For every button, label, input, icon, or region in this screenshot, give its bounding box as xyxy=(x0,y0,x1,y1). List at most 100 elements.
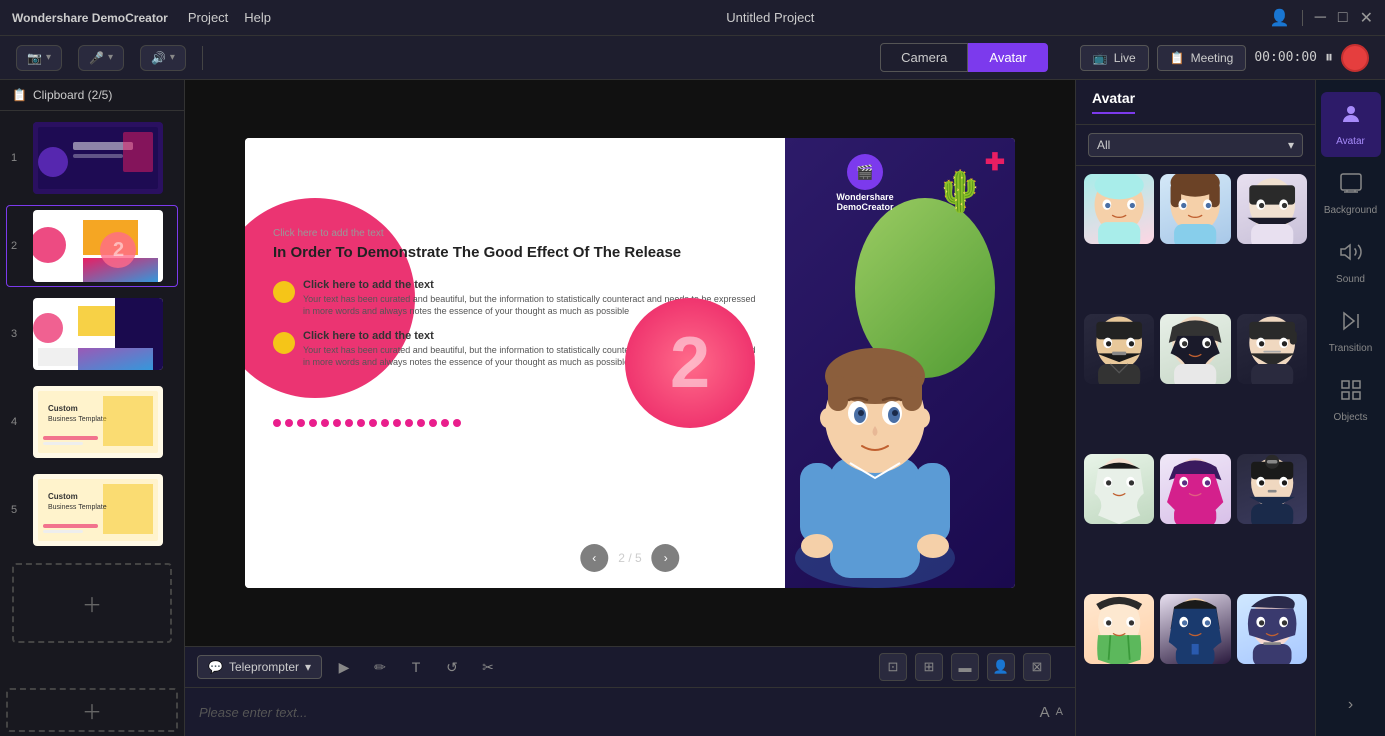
sidebar-item-avatar[interactable]: Avatar xyxy=(1321,92,1381,157)
avatar-svg xyxy=(770,278,980,588)
right-panel: Avatar All ▾ xyxy=(1075,80,1385,736)
avatar-filter-arrow: ▾ xyxy=(1288,138,1294,152)
avatar-card-10[interactable] xyxy=(1084,594,1154,664)
slide-number-2: 2 xyxy=(625,298,755,428)
clip-item-1[interactable]: 1 xyxy=(6,117,178,199)
clip-thumb-3 xyxy=(33,298,163,370)
avatar-card-5[interactable] xyxy=(1160,314,1230,384)
clip-num-2: 2 xyxy=(11,240,25,252)
avatar-card-3[interactable] xyxy=(1237,174,1307,244)
slide-dot xyxy=(273,419,281,427)
pause-button[interactable]: ⏸ xyxy=(1325,49,1333,67)
avatar-overlay xyxy=(755,248,995,588)
brand-name: WondershareDemoCreator xyxy=(836,192,893,212)
cam-avatar-toggle: Camera Avatar xyxy=(880,43,1048,72)
brand-logo-icon: 🎬 xyxy=(847,154,883,190)
teleprompter-text[interactable]: T xyxy=(402,653,430,681)
avatar-card-12[interactable] xyxy=(1237,594,1307,664)
minimize-button[interactable]: ─ xyxy=(1315,9,1326,27)
speaker-control-button[interactable]: 🔊 ▾ xyxy=(140,45,186,71)
close-button[interactable]: ✕ xyxy=(1360,8,1373,28)
avatar-grid xyxy=(1076,166,1315,736)
avatar-card-7[interactable] xyxy=(1084,454,1154,524)
toolbar-separator-1 xyxy=(202,46,203,70)
clip-item-5[interactable]: 5 Custom Business Template xyxy=(6,469,178,551)
avatar-filter-select[interactable]: All ▾ xyxy=(1088,133,1303,157)
app-logo: Wondershare DemoCreator xyxy=(12,11,168,25)
tele-btn-4[interactable]: 👤 xyxy=(987,653,1015,681)
user-icon[interactable]: 👤 xyxy=(1270,8,1290,28)
avatar-filter-label: All xyxy=(1097,138,1110,152)
sidebar-item-background[interactable]: Background xyxy=(1321,161,1381,226)
timer-display: 00:00:00 xyxy=(1254,50,1317,65)
camera-dropdown-arrow: ▾ xyxy=(46,52,51,63)
tele-btn-1[interactable]: ⊡ xyxy=(879,653,907,681)
avatar-card-1[interactable] xyxy=(1084,174,1154,244)
add-clip-button[interactable]: ＋ xyxy=(12,563,172,643)
nav-help[interactable]: Help xyxy=(244,10,271,25)
sidebar-expand-button[interactable]: › xyxy=(1321,686,1381,724)
clips-header: 📋 Clipboard (2/5) xyxy=(0,80,184,111)
clips-panel: 📋 Clipboard (2/5) 1 xyxy=(0,80,185,736)
clip-item-4[interactable]: 4 Custom Business Template xyxy=(6,381,178,463)
avatar-card-4[interactable] xyxy=(1084,314,1154,384)
text-size-large[interactable]: A xyxy=(1040,704,1050,721)
record-group: 📺 Live 📋 Meeting 00:00:00 ⏸ xyxy=(1080,44,1369,72)
teleprompter-refresh[interactable]: ↺ xyxy=(438,653,466,681)
meeting-button[interactable]: 📋 Meeting xyxy=(1157,45,1247,71)
teleprompter-arrow: ▾ xyxy=(305,660,311,674)
avatar-filter: All ▾ xyxy=(1076,125,1315,166)
clip-num-5: 5 xyxy=(11,504,25,516)
tele-btn-3[interactable]: ▬ xyxy=(951,653,979,681)
slide-dot xyxy=(285,419,293,427)
teleprompter-label[interactable]: 💬 Teleprompter ▾ xyxy=(197,655,322,679)
camera-mode-button[interactable]: Camera xyxy=(880,43,968,72)
text-size-small[interactable]: A xyxy=(1056,706,1063,718)
titlebar-nav: Project Help xyxy=(188,10,271,25)
avatar-card-2[interactable] xyxy=(1160,174,1230,244)
record-button[interactable] xyxy=(1341,44,1369,72)
teleprompter-play[interactable]: ▶ xyxy=(330,653,358,681)
avatar-card-6[interactable] xyxy=(1237,314,1307,384)
camera-control-button[interactable]: 📷 ▾ xyxy=(16,45,62,71)
svg-text:2: 2 xyxy=(113,239,124,261)
camera-icon: 📷 xyxy=(27,51,42,65)
teleprompter-input[interactable]: Please enter text... xyxy=(185,697,1028,728)
teleprompter-cut[interactable]: ✂ xyxy=(474,653,502,681)
avatar-panel-header: Avatar xyxy=(1076,80,1315,125)
clipboard-label: Clipboard (2/5) xyxy=(33,88,112,102)
slide-click-text: Click here to add the text xyxy=(273,228,757,239)
tele-btn-2[interactable]: ⊞ xyxy=(915,653,943,681)
teleprompter-tools: ▶ ✏ T ↺ ✂ xyxy=(330,653,502,681)
titlebar: Wondershare DemoCreator Project Help Unt… xyxy=(0,0,1385,36)
clip-item-2[interactable]: 2 2 xyxy=(6,205,178,287)
sidebar-item-objects[interactable]: Objects xyxy=(1321,368,1381,433)
speaker-dropdown-arrow: ▾ xyxy=(170,52,175,63)
mic-control-button[interactable]: 🎤 ▾ xyxy=(78,45,124,71)
slide-next-button[interactable]: › xyxy=(652,544,680,572)
tele-btn-5[interactable]: ⊠ xyxy=(1023,653,1051,681)
slide-dot xyxy=(441,419,449,427)
speaker-control-group: 🔊 ▾ xyxy=(140,45,186,71)
slide-heading: In Order To Demonstrate The Good Effect … xyxy=(273,243,757,263)
live-button[interactable]: 📺 Live xyxy=(1080,45,1149,71)
add-more-button[interactable]: ＋ xyxy=(6,688,178,732)
maximize-button[interactable]: □ xyxy=(1338,9,1348,27)
avatar-card-9[interactable] xyxy=(1237,454,1307,524)
canvas-area: Click here to add the text In Order To D… xyxy=(185,80,1075,736)
objects-sidebar-label: Objects xyxy=(1334,412,1368,423)
slide-prev-button[interactable]: ‹ xyxy=(580,544,608,572)
clips-header-title: 📋 Clipboard (2/5) xyxy=(12,88,112,102)
canvas-wrap: Click here to add the text In Order To D… xyxy=(185,80,1075,646)
avatar-mode-button[interactable]: Avatar xyxy=(968,43,1047,72)
avatar-card-11[interactable] xyxy=(1160,594,1230,664)
svg-text:Business Template: Business Template xyxy=(48,504,107,511)
sidebar-item-transition[interactable]: Transition xyxy=(1321,299,1381,364)
avatar-card-8[interactable] xyxy=(1160,454,1230,524)
nav-project[interactable]: Project xyxy=(188,10,228,25)
clip-item-3[interactable]: 3 xyxy=(6,293,178,375)
sidebar-item-sound[interactable]: Sound xyxy=(1321,230,1381,295)
teleprompter-draw[interactable]: ✏ xyxy=(366,653,394,681)
slide-dot xyxy=(333,419,341,427)
text-size-controls: A A xyxy=(1028,700,1075,725)
